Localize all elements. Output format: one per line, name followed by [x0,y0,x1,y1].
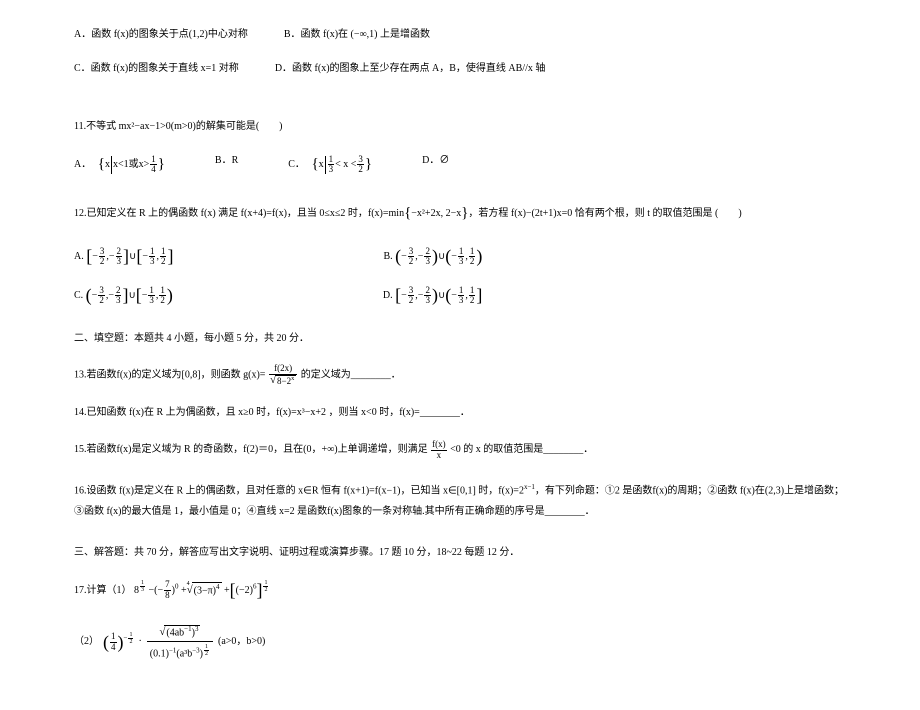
q14: 14.已知函数 f(x)在 R 上为偶函数，且 x≥0 时，f(x)=x³−x+… [74,406,846,420]
q10-opt-d: D．函数 f(x)的图象上至少存在两点 A，B，使得直线 AB//x 轴 [275,62,546,76]
q13: 13.若函数f(x)的定义域为[0,8]，则函数 g(x)= f(2x) √8−… [74,364,846,386]
q12-row2: C. (−32,−23]∪[−13,12) D. [−32,−23)∪(−13,… [74,283,846,308]
q11-stem: 11.不等式 mx²−ax−1>0(m>0)的解集可能是( ) [74,120,846,134]
q10-options-row2: C．函数 f(x)的图象关于直线 x=1 对称 D．函数 f(x)的图象上至少存… [74,62,846,76]
q11-opt-a: A． {xx<1或x>14} [74,154,165,175]
q10-options-row1: A．函数 f(x)的图象关于点(1,2)中心对称 B．函数 f(x)在 (−∞,… [74,28,846,42]
q11-options: A． {xx<1或x>14} B．R C． {x13< x <32} D．∅ [74,154,846,175]
section-3-header: 三、解答题：共 70 分，解答应写出文字说明、证明过程或演算步骤。17 题 10… [74,546,846,560]
q11-opt-d: D．∅ [422,154,449,168]
q12-row1: A. [−32,−23]∪[−13,12] B. (−32,−23)∪(−13,… [74,244,846,269]
q17-part2: （2） (14)−12 · √(4ab−1)3 (0.1)−1(a³b−3)12… [74,623,846,662]
q10-opt-b: B．函数 f(x)在 (−∞,1) 上是增函数 [284,28,430,42]
q11-opt-c: C． {x13< x <32} [288,154,372,175]
q10-opt-a: A．函数 f(x)的图象关于点(1,2)中心对称 [74,28,248,42]
q15: 15.若函数f(x)是定义域为 R 的奇函数，f(2)＝0，且在(0，+∞)上单… [74,440,846,460]
q17-part1: 17.计算（1） 813 −(−78)0 +4√(3−π)4 +[(−2)6]1… [74,578,846,603]
q12-opt-a: A. [−32,−23]∪[−13,12] [74,244,173,269]
section-2-header: 二、填空题：本题共 4 小题，每小题 5 分，共 20 分． [74,332,846,346]
q12-stem: 12.已知定义在 R 上的偶函数 f(x) 满足 f(x+4)=f(x)，且当 … [74,203,846,224]
q16: 16.设函数 f(x)是定义在 R 上的偶函数，且对任意的 x∈R 恒有 f(x… [74,480,846,521]
q12-opt-c: C. (−32,−23]∪[−13,12) [74,283,173,308]
q12-opt-b: B. (−32,−23)∪(−13,12) [383,244,482,269]
q12-opt-d: D. [−32,−23)∪(−13,12] [383,283,482,308]
q11-opt-b: B．R [215,154,238,168]
q10-opt-c: C．函数 f(x)的图象关于直线 x=1 对称 [74,62,239,76]
